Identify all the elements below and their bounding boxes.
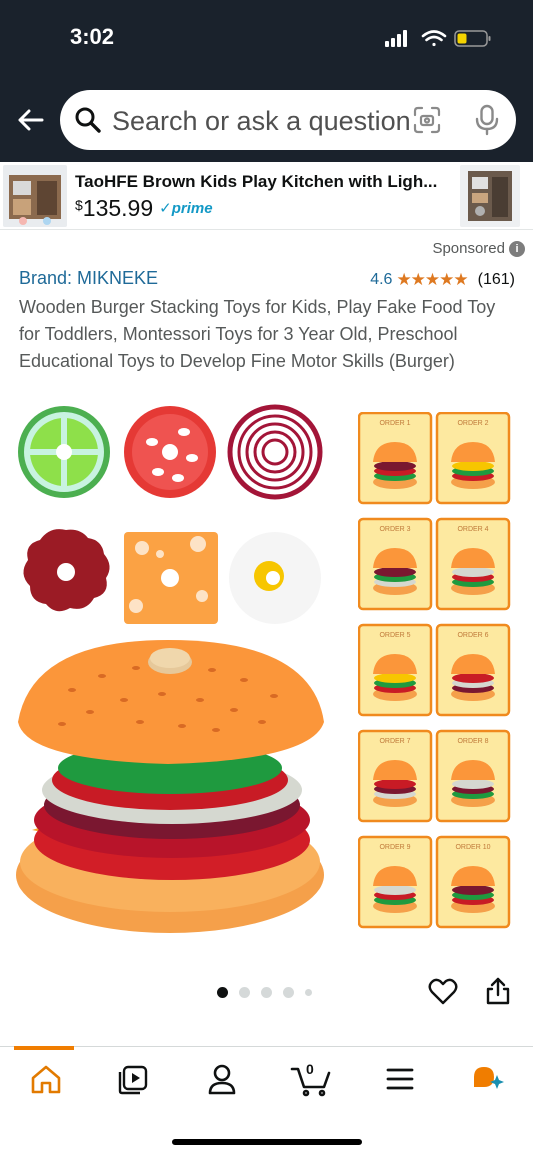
order-card-label: ORDER 6 [457,632,488,639]
share-icon[interactable] [484,976,512,1006]
order-card: ORDER 8 [435,729,511,823]
home-icon[interactable] [26,1061,66,1097]
sponsored-ad-banner[interactable]: TaoHFE Brown Kids Play Kitchen with Ligh… [0,162,533,230]
status-bar: 3:02 [0,0,533,80]
patty-piece [23,529,110,612]
info-icon[interactable]: i [509,240,525,257]
camera-scan-icon[interactable] [412,105,442,135]
egg-piece [229,532,321,624]
home-indicator-bar [172,1139,362,1145]
sponsored-label[interactable]: Sponsored i [432,240,525,257]
cart-button[interactable]: 0 [290,1061,334,1097]
order-card: ORDER 2 [435,412,511,505]
status-icons [385,30,491,47]
active-tab-indicator [14,1046,74,1050]
account-icon[interactable] [202,1061,242,1097]
order-cards-grid: ORDER 1 ORDER 2 ORDER 3 ORDER 4 ORDER 5 ORDER… [358,412,511,929]
prime-badge: ✓prime [159,200,213,217]
carousel-dot[interactable] [261,987,272,998]
heart-icon[interactable] [428,977,458,1007]
order-card-label: ORDER 2 [457,420,488,427]
rating-summary[interactable]: 4.6 ★★★★★ (161) [370,270,515,290]
review-count: (161) [477,271,515,288]
order-card: ORDER 6 [435,623,511,717]
wifi-icon [421,30,447,47]
search-placeholder: Search or ask a question [112,106,411,136]
order-card-label: ORDER 4 [457,526,488,533]
cheese-slice-piece [124,532,218,624]
carousel-dot[interactable] [239,987,250,998]
ad-thumbnail-left [3,165,67,227]
stacked-burger-toy [16,640,324,933]
product-title: Wooden Burger Stacking Toys for Kids, Pl… [19,297,496,371]
back-arrow-icon[interactable] [14,104,46,136]
search-icon [75,107,101,133]
order-card-label: ORDER 1 [379,420,410,427]
tomato-slice-piece [124,406,216,498]
order-card: ORDER 7 [358,729,433,823]
order-card: ORDER 1 [358,412,433,505]
order-card-label: ORDER 5 [379,632,410,639]
order-card: ORDER 9 [358,835,433,929]
order-card: ORDER 3 [358,517,433,611]
brand-link[interactable]: Brand: MIKNEKE [19,268,158,289]
order-card-label: ORDER 7 [379,738,410,745]
order-card: ORDER 4 [435,517,511,611]
search-header: Search or ask a question [0,80,533,162]
order-card: ORDER 10 [435,835,511,929]
order-card-label: ORDER 8 [457,738,488,745]
search-input[interactable]: Search or ask a question [60,90,516,150]
star-rating-icon: ★★★★★ [396,270,468,289]
ad-price: $ 135.99 ✓prime [75,195,213,221]
order-card-label: ORDER 3 [379,526,410,533]
rufus-assistant-icon[interactable] [468,1061,508,1097]
menu-icon[interactable] [380,1061,420,1097]
carousel-dot[interactable] [217,987,228,998]
status-time: 3:02 [70,24,115,49]
ad-title[interactable]: TaoHFE Brown Kids Play Kitchen with Ligh… [75,172,450,192]
order-card: ORDER 5 [358,623,433,717]
carousel-dots[interactable] [217,987,323,998]
cucumber-slice-piece [18,406,110,498]
order-card-label: ORDER 9 [379,844,410,851]
carousel-dot[interactable] [283,987,294,998]
order-card-label: ORDER 10 [455,844,490,851]
onion-slice-piece [227,404,323,500]
carousel-dot[interactable] [305,989,312,996]
bottom-navigation: 0 [0,1046,533,1156]
ad-thumbnail-right [460,165,520,227]
rating-value: 4.6 [370,271,393,288]
microphone-icon[interactable] [472,104,502,136]
cart-count: 0 [306,1061,314,1077]
signal-icon [385,30,407,47]
battery-icon [454,30,491,47]
video-icon[interactable] [112,1061,152,1097]
